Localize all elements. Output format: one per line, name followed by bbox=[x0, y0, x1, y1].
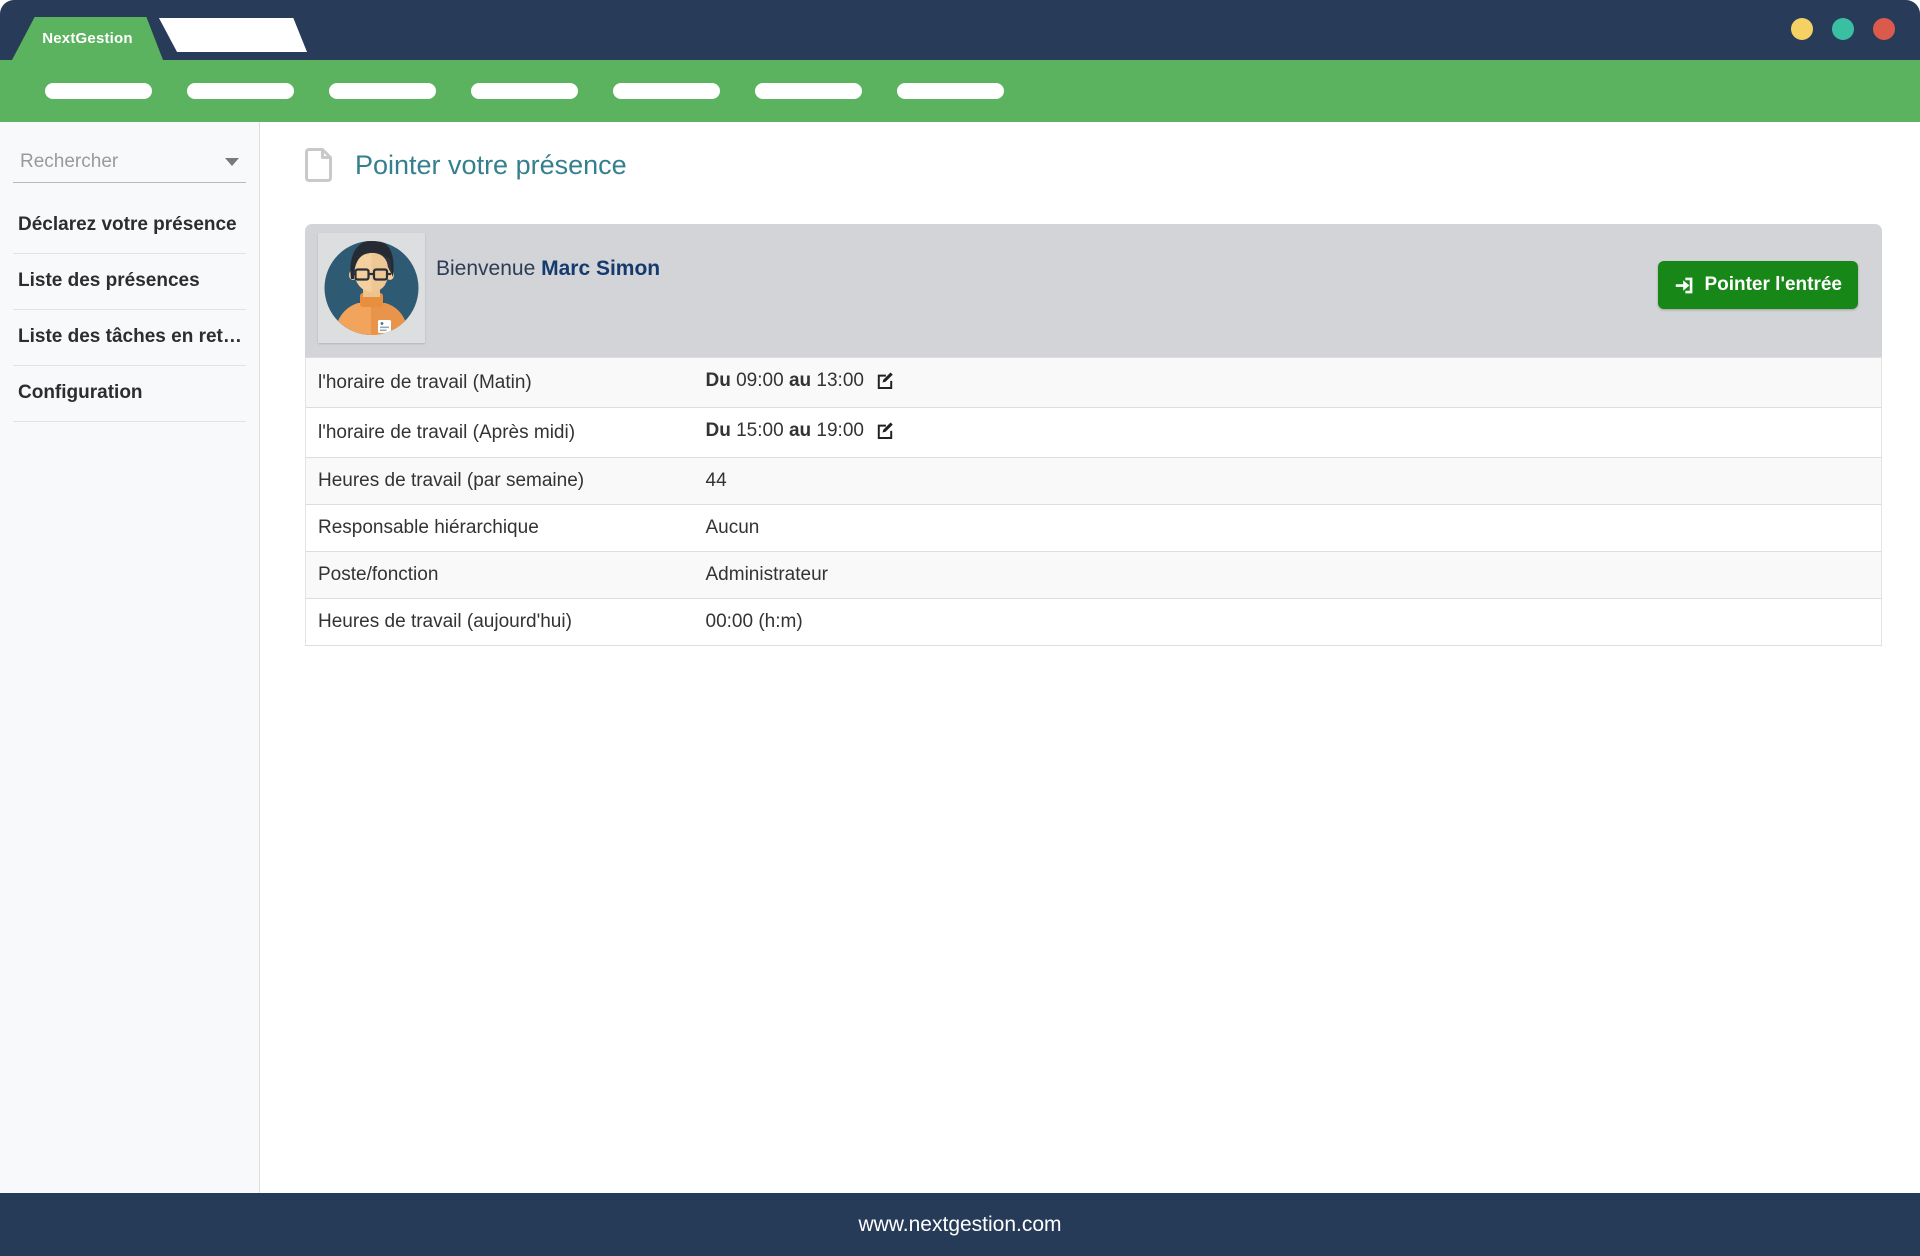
table-row-heures-aujourdhui: Heures de travail (aujourd'hui) 00:00 (h… bbox=[306, 599, 1882, 646]
brand-logo: NextGestion bbox=[42, 30, 133, 47]
row-label: l'horaire de travail (Après midi) bbox=[306, 408, 694, 458]
nav-pill[interactable] bbox=[329, 83, 436, 99]
search-placeholder: Rechercher bbox=[20, 151, 118, 173]
traffic-lights bbox=[1791, 18, 1895, 40]
chevron-down-icon bbox=[225, 158, 239, 166]
row-value: Du 15:00 au 19:00 bbox=[694, 408, 1882, 458]
row-value: 44 bbox=[694, 458, 1882, 505]
header-tab-shape bbox=[155, 18, 307, 52]
close-dot[interactable] bbox=[1873, 18, 1895, 40]
row-label: l'horaire de travail (Matin) bbox=[306, 358, 694, 408]
presence-card: Bienvenue Marc Simon Pointer l'entrée bbox=[305, 224, 1882, 646]
nav-pill[interactable] bbox=[613, 83, 720, 99]
edit-icon[interactable] bbox=[876, 371, 894, 395]
row-label: Responsable hiérarchique bbox=[306, 505, 694, 552]
table-row-poste: Poste/fonction Administrateur bbox=[306, 552, 1882, 599]
user-name: Marc Simon bbox=[541, 257, 660, 280]
footer-url: www.nextgestion.com bbox=[858, 1213, 1061, 1237]
app-window: NextGestion Rechercher Déclarez votre pr… bbox=[0, 0, 1920, 1256]
nav-pill[interactable] bbox=[897, 83, 1004, 99]
brand-tab[interactable]: NextGestion bbox=[12, 17, 163, 60]
row-value: Du 09:00 au 13:00 bbox=[694, 358, 1882, 408]
table-row-horaire-matin: l'horaire de travail (Matin) Du 09:00 au… bbox=[306, 358, 1882, 408]
table-row-responsable: Responsable hiérarchique Aucun bbox=[306, 505, 1882, 552]
row-label: Heures de travail (aujourd'hui) bbox=[306, 599, 694, 646]
window-titlebar: NextGestion bbox=[0, 0, 1920, 60]
nav-pill[interactable] bbox=[187, 83, 294, 99]
sidebar-menu: Déclarez votre présence Liste des présen… bbox=[0, 198, 259, 422]
document-icon bbox=[305, 148, 332, 182]
row-value: 00:00 (h:m) bbox=[694, 599, 1882, 646]
welcome-panel: Bienvenue Marc Simon Pointer l'entrée bbox=[305, 224, 1882, 357]
sidebar-item-taches-en-retard[interactable]: Liste des tâches en ret… bbox=[13, 310, 246, 366]
page-title-row: Pointer votre présence bbox=[305, 146, 1882, 184]
footer: www.nextgestion.com bbox=[0, 1193, 1920, 1256]
main-content: Pointer votre présence bbox=[260, 122, 1920, 1193]
row-label: Heures de travail (par semaine) bbox=[306, 458, 694, 505]
main-navbar bbox=[0, 60, 1920, 122]
table-row-horaire-apres-midi: l'horaire de travail (Après midi) Du 15:… bbox=[306, 408, 1882, 458]
nav-pill[interactable] bbox=[471, 83, 578, 99]
sidebar-item-configuration[interactable]: Configuration bbox=[13, 366, 246, 422]
clock-in-label: Pointer l'entrée bbox=[1704, 274, 1842, 296]
nav-pill[interactable] bbox=[755, 83, 862, 99]
sidebar-item-liste-presences[interactable]: Liste des présences bbox=[13, 254, 246, 310]
maximize-dot[interactable] bbox=[1832, 18, 1854, 40]
page-title: Pointer votre présence bbox=[355, 150, 627, 181]
row-value: Administrateur bbox=[694, 552, 1882, 599]
minimize-dot[interactable] bbox=[1791, 18, 1813, 40]
sign-in-icon bbox=[1674, 275, 1695, 296]
search-select[interactable]: Rechercher bbox=[13, 142, 246, 183]
edit-icon[interactable] bbox=[876, 421, 894, 445]
avatar bbox=[318, 233, 425, 343]
presence-info-table: l'horaire de travail (Matin) Du 09:00 au… bbox=[305, 357, 1882, 646]
greeting-text: Bienvenue bbox=[436, 257, 535, 280]
sidebar: Rechercher Déclarez votre présence Liste… bbox=[0, 122, 260, 1193]
welcome-message: Bienvenue Marc Simon bbox=[436, 257, 660, 357]
row-value: Aucun bbox=[694, 505, 1882, 552]
clock-in-button[interactable]: Pointer l'entrée bbox=[1658, 261, 1858, 309]
table-row-heures-semaine: Heures de travail (par semaine) 44 bbox=[306, 458, 1882, 505]
sidebar-item-declarer-presence[interactable]: Déclarez votre présence bbox=[13, 198, 246, 254]
row-label: Poste/fonction bbox=[306, 552, 694, 599]
nav-pill[interactable] bbox=[45, 83, 152, 99]
